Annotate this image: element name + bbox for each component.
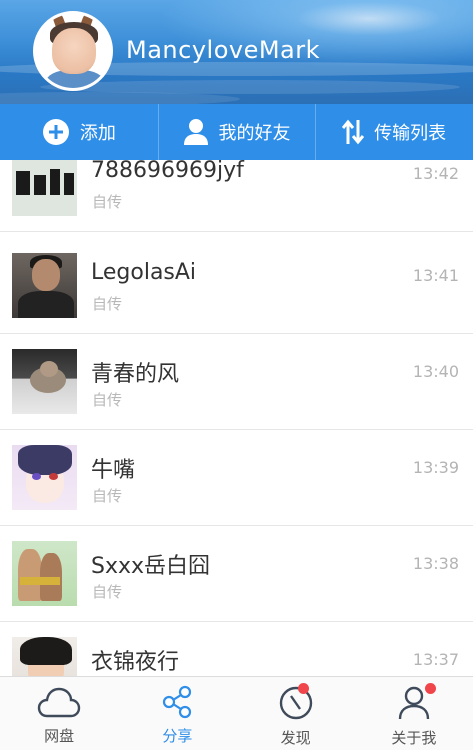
nav-about-me-badge xyxy=(424,683,436,694)
friend-time: 13:37 xyxy=(412,650,459,669)
friend-time: 13:39 xyxy=(412,458,459,477)
friend-time: 13:40 xyxy=(412,362,459,381)
friend-name: Sxxx岳白囧 xyxy=(91,554,211,579)
nav-share-label: 分享 xyxy=(162,727,193,745)
friend-name: 788696969jyf xyxy=(91,160,244,183)
friend-time: 13:42 xyxy=(412,164,459,183)
friend-avatar xyxy=(12,637,77,676)
person-icon xyxy=(183,119,208,145)
friend-avatar xyxy=(12,541,77,606)
profile-avatar[interactable] xyxy=(33,11,113,91)
profile-username: MancyloveMark xyxy=(126,36,321,64)
tab-add[interactable]: 添加 xyxy=(0,104,158,160)
list-item[interactable]: 牛嘴 自传 13:39 xyxy=(0,430,473,526)
nav-cloud-disk[interactable]: 网盘 xyxy=(0,677,118,750)
share-icon xyxy=(163,685,192,719)
nav-discover[interactable]: 发现 xyxy=(237,677,355,750)
list-item[interactable]: 青春的风 自传 13:40 xyxy=(0,334,473,430)
tab-transfer-list-label: 传输列表 xyxy=(374,123,447,144)
transfer-arrows-icon xyxy=(342,119,365,145)
list-item[interactable]: 788696969jyf 自传 13:42 xyxy=(0,160,473,232)
list-item[interactable]: LegolasAi 自传 13:41 xyxy=(0,238,473,334)
plus-circle-icon xyxy=(42,119,69,145)
friend-list: 788696969jyf 自传 13:42 LegolasAi 自传 13:41… xyxy=(0,160,473,676)
tab-transfer-list[interactable]: 传输列表 xyxy=(315,104,473,160)
avatar-face xyxy=(52,28,96,74)
friend-time: 13:38 xyxy=(412,554,459,573)
friend-name: 牛嘴 xyxy=(91,458,136,483)
friend-time: 13:41 xyxy=(412,266,459,285)
banner-wave xyxy=(0,92,240,104)
friend-subtitle: 自传 xyxy=(92,487,123,505)
profile-header: MancyloveMark xyxy=(0,0,473,104)
list-item[interactable]: Sxxx岳白囧 自传 13:38 xyxy=(0,526,473,622)
tab-my-friends[interactable]: 我的好友 xyxy=(157,104,316,160)
nav-share[interactable]: 分享 xyxy=(118,677,236,750)
friend-subtitle: 自传 xyxy=(92,295,123,313)
friend-avatar xyxy=(12,445,77,510)
friend-subtitle: 自传 xyxy=(92,583,123,601)
action-tabbar: 添加 我的好友 传输列表 xyxy=(0,104,473,160)
friend-subtitle: 自传 xyxy=(92,391,123,409)
bottom-nav: 网盘 分享 发现 关于我 xyxy=(0,676,473,750)
friend-avatar xyxy=(12,160,77,216)
cloud-icon xyxy=(37,687,81,718)
friend-name: 衣锦夜行 xyxy=(91,650,180,675)
friend-avatar xyxy=(12,253,77,318)
tab-my-friends-label: 我的好友 xyxy=(218,123,291,144)
friend-name: 青春的风 xyxy=(91,362,180,387)
nav-about-me-label: 关于我 xyxy=(391,729,437,747)
nav-cloud-disk-label: 网盘 xyxy=(44,727,75,745)
tab-add-label: 添加 xyxy=(79,123,116,144)
nav-about-me[interactable]: 关于我 xyxy=(355,677,473,750)
friend-name: LegolasAi xyxy=(91,260,197,285)
friend-avatar xyxy=(12,349,77,414)
nav-discover-badge xyxy=(297,683,309,694)
friend-subtitle: 自传 xyxy=(92,193,123,211)
nav-discover-label: 发现 xyxy=(280,729,311,747)
list-item[interactable]: 衣锦夜行 13:37 xyxy=(0,622,473,676)
